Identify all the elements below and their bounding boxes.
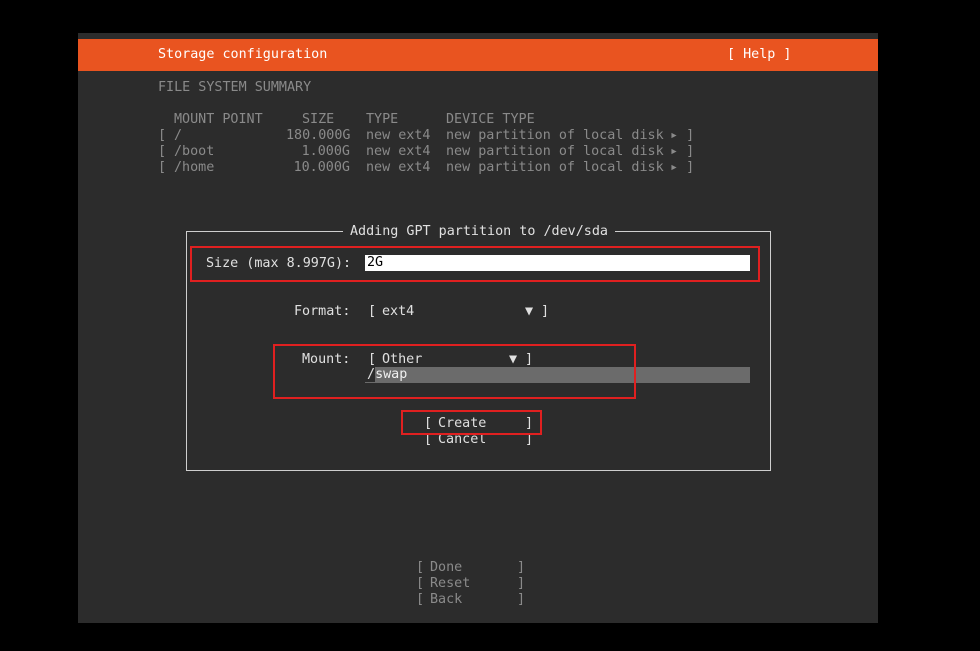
done-button-label: Done bbox=[430, 560, 463, 575]
row-device: new partition of local disk bbox=[446, 144, 664, 159]
row-open-bracket: [ bbox=[158, 144, 167, 159]
row-size: 180.000G bbox=[286, 128, 351, 143]
summary-heading: FILE SYSTEM SUMMARY bbox=[158, 80, 312, 95]
reset-button-label: Reset bbox=[430, 576, 471, 591]
format-label: Format: bbox=[294, 304, 351, 319]
help-button[interactable]: [ Help ] bbox=[727, 47, 792, 63]
row-arrow-icon: ▸ ] bbox=[670, 128, 695, 143]
page-title: Storage configuration bbox=[158, 47, 328, 62]
row-open-bracket: [ bbox=[158, 160, 167, 175]
row-open-bracket: [ bbox=[158, 128, 167, 143]
column-header-type: TYPE bbox=[366, 112, 399, 127]
row-size: 10.000G bbox=[293, 160, 350, 175]
annotation-highlight-create bbox=[401, 410, 542, 435]
title-bar: Storage configuration [ Help ] bbox=[78, 39, 878, 71]
annotation-highlight-mount bbox=[273, 344, 636, 399]
row-type: new ext4 bbox=[366, 144, 431, 159]
column-header-device: DEVICE TYPE bbox=[446, 112, 535, 127]
format-value: ext4 bbox=[382, 304, 415, 319]
dialog-title: Adding GPT partition to /dev/sda bbox=[343, 224, 615, 240]
annotation-highlight-size bbox=[190, 246, 760, 282]
back-button-label: Back bbox=[430, 592, 463, 607]
row-mount: /home bbox=[174, 160, 215, 175]
row-device: new partition of local disk bbox=[446, 160, 664, 175]
row-arrow-icon: ▸ ] bbox=[670, 144, 695, 159]
row-mount: / bbox=[174, 128, 183, 143]
row-type: new ext4 bbox=[366, 160, 431, 175]
row-size: 1.000G bbox=[301, 144, 350, 159]
row-device: new partition of local disk bbox=[446, 128, 664, 143]
row-arrow-icon: ▸ ] bbox=[670, 160, 695, 175]
row-type: new ext4 bbox=[366, 128, 431, 143]
row-mount: /boot bbox=[174, 144, 215, 159]
chevron-down-icon: ▼ bbox=[525, 304, 534, 319]
column-header-size: SIZE bbox=[302, 112, 335, 127]
column-header-mount: MOUNT POINT bbox=[174, 112, 263, 127]
